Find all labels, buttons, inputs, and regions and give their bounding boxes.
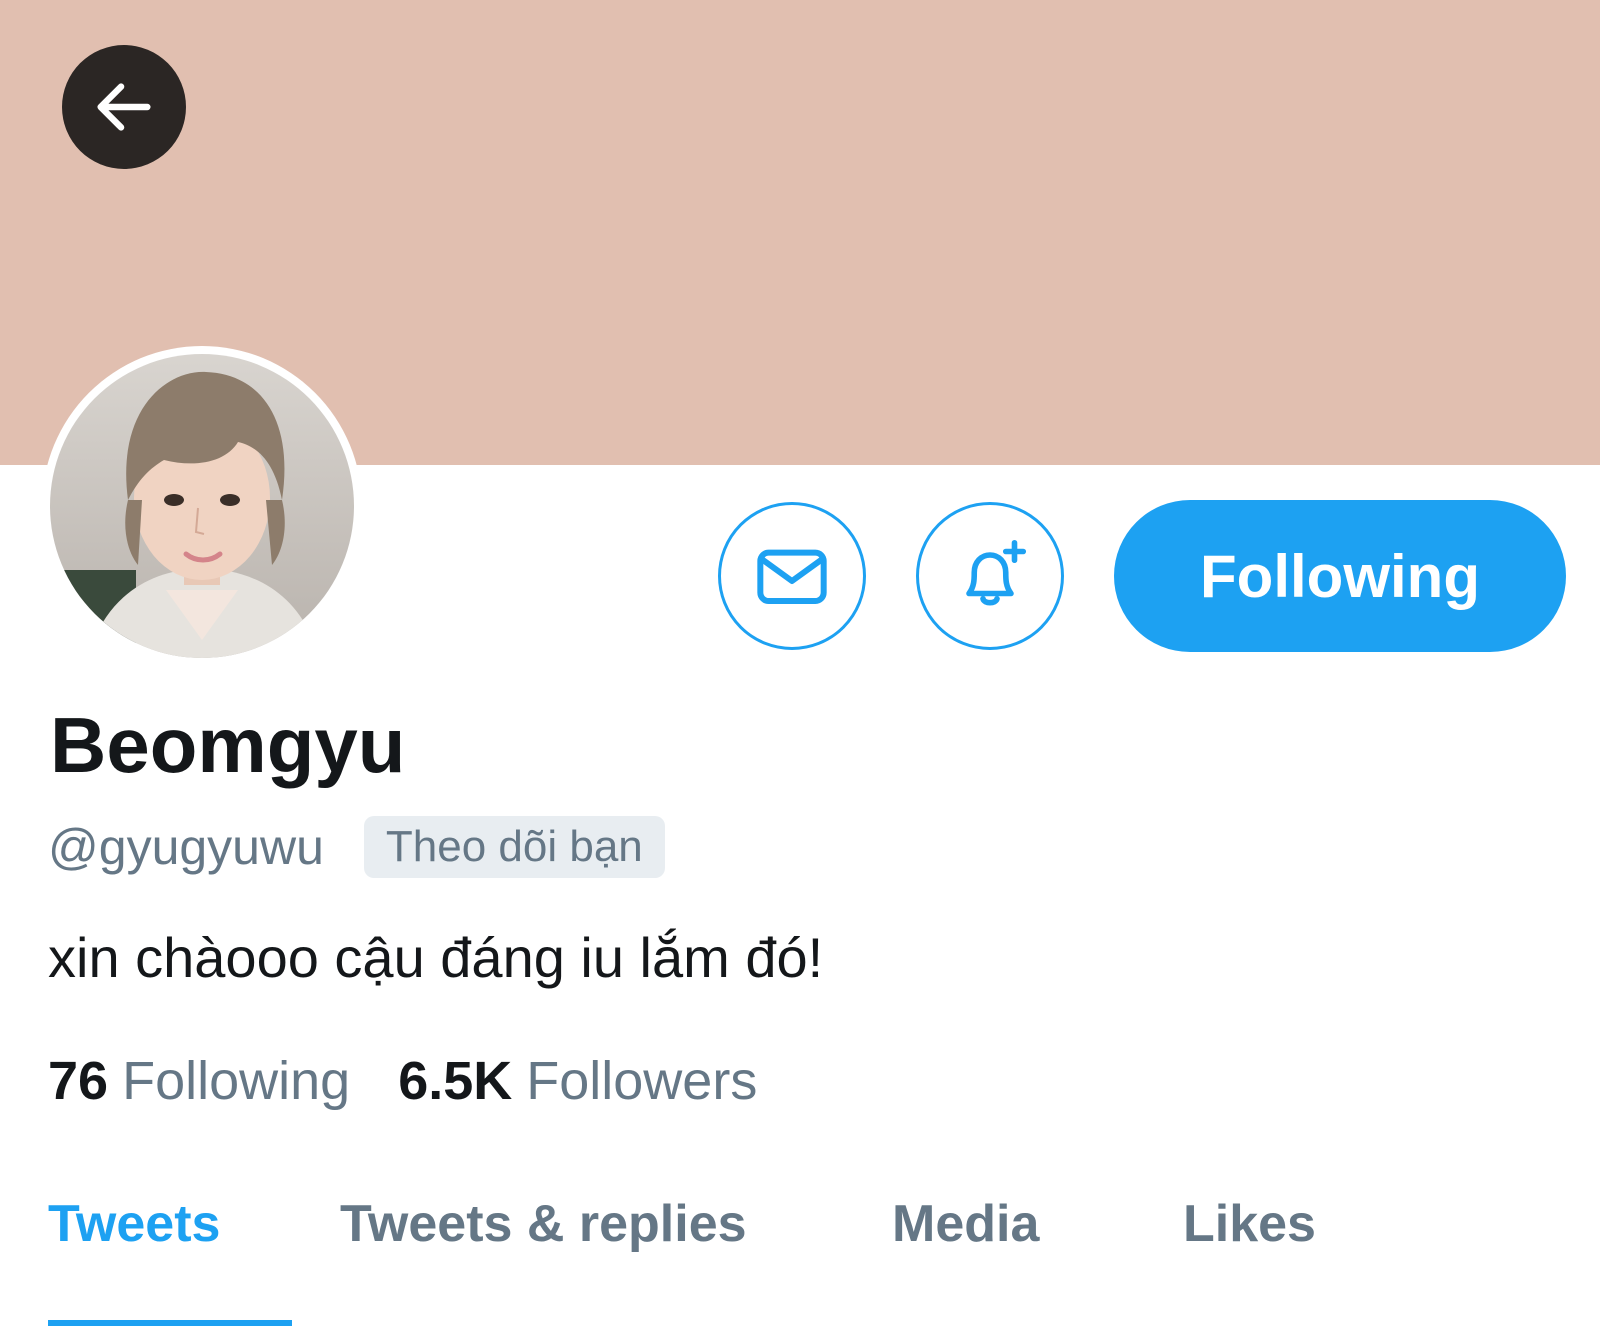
envelope-icon xyxy=(757,549,827,604)
tab-tweets[interactable]: Tweets xyxy=(48,1194,220,1254)
profile-bio: xin chàooo cậu đáng iu lắm đó! xyxy=(48,926,824,989)
following-stat[interactable]: 76 Following xyxy=(48,1050,350,1112)
notifications-button[interactable] xyxy=(916,502,1064,650)
back-button[interactable] xyxy=(62,45,186,169)
handle-row: @gyugyuwu Theo dõi bạn xyxy=(48,815,665,879)
followers-stat[interactable]: 6.5K Followers xyxy=(398,1050,757,1112)
tab-media[interactable]: Media xyxy=(892,1194,1039,1254)
display-name: Beomgyu xyxy=(50,701,406,789)
tab-tweets-replies[interactable]: Tweets & replies xyxy=(340,1194,747,1254)
following-count: 76 xyxy=(48,1051,109,1111)
profile-photo xyxy=(50,354,354,658)
followers-label: Followers xyxy=(526,1051,758,1111)
profile-tabs: Tweets Tweets & replies Media Likes xyxy=(0,1180,1600,1327)
tab-likes[interactable]: Likes xyxy=(1183,1194,1316,1254)
following-label: Following xyxy=(122,1051,351,1111)
profile-stats: 76 Following 6.5K Followers xyxy=(48,1050,757,1112)
follows-you-badge: Theo dõi bạn xyxy=(363,816,665,878)
active-tab-indicator xyxy=(48,1320,292,1326)
avatar[interactable] xyxy=(46,350,358,662)
following-button[interactable]: Following xyxy=(1114,500,1566,652)
message-button[interactable] xyxy=(718,502,866,650)
bell-plus-icon xyxy=(966,539,1027,606)
user-handle: @gyugyuwu xyxy=(48,819,324,875)
followers-count: 6.5K xyxy=(398,1051,513,1111)
arrow-left-icon xyxy=(97,83,151,131)
